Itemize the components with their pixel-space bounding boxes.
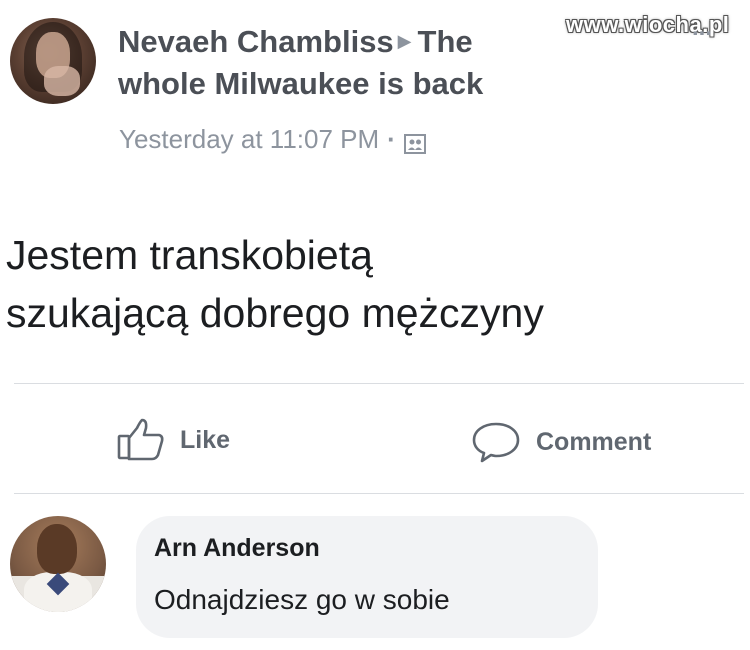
post-message: Jestem transkobietą szukającą dobrego mę…	[6, 226, 736, 342]
comment-label: Comment	[536, 427, 652, 456]
group-name-link-part2[interactable]: whole Milwaukee is back	[118, 66, 483, 101]
author-name-link[interactable]: Nevaeh Chambliss	[118, 24, 394, 59]
comment-text: Odnajdziesz go w sobie	[154, 584, 450, 615]
post-timestamp[interactable]: Yesterday at 11:07 PM	[119, 124, 379, 155]
author-avatar[interactable]	[10, 18, 96, 104]
like-label: Like	[180, 425, 231, 454]
divider-top	[14, 383, 744, 384]
group-audience-icon[interactable]	[403, 130, 426, 154]
meta-separator: ·	[387, 124, 396, 154]
like-button[interactable]: Like	[116, 418, 230, 462]
divider-bottom	[14, 493, 744, 494]
post-message-line-1: Jestem transkobietą	[6, 232, 373, 278]
commenter-avatar[interactable]	[10, 516, 106, 612]
thumbs-up-icon	[117, 418, 164, 461]
group-name-link-part1[interactable]: The	[418, 24, 473, 59]
comment-bubble: Arn Anderson Odnajdziesz go w sobie	[136, 516, 598, 638]
post-author-line: Nevaeh Chambliss ▶ The whole Milwaukee is …	[118, 22, 588, 104]
comment-bubble-icon	[472, 422, 520, 463]
comment-button[interactable]: Comment	[470, 420, 651, 464]
comment-author-link[interactable]: Arn Anderson	[154, 534, 320, 563]
post-options-icon[interactable]: ...	[692, 14, 712, 42]
post-meta: Yesterday at 11:07 PM ·	[119, 124, 426, 155]
post-message-line-2: szukającą dobrego mężczyny	[6, 290, 544, 336]
shared-to-arrow-icon: ▶	[397, 30, 412, 51]
